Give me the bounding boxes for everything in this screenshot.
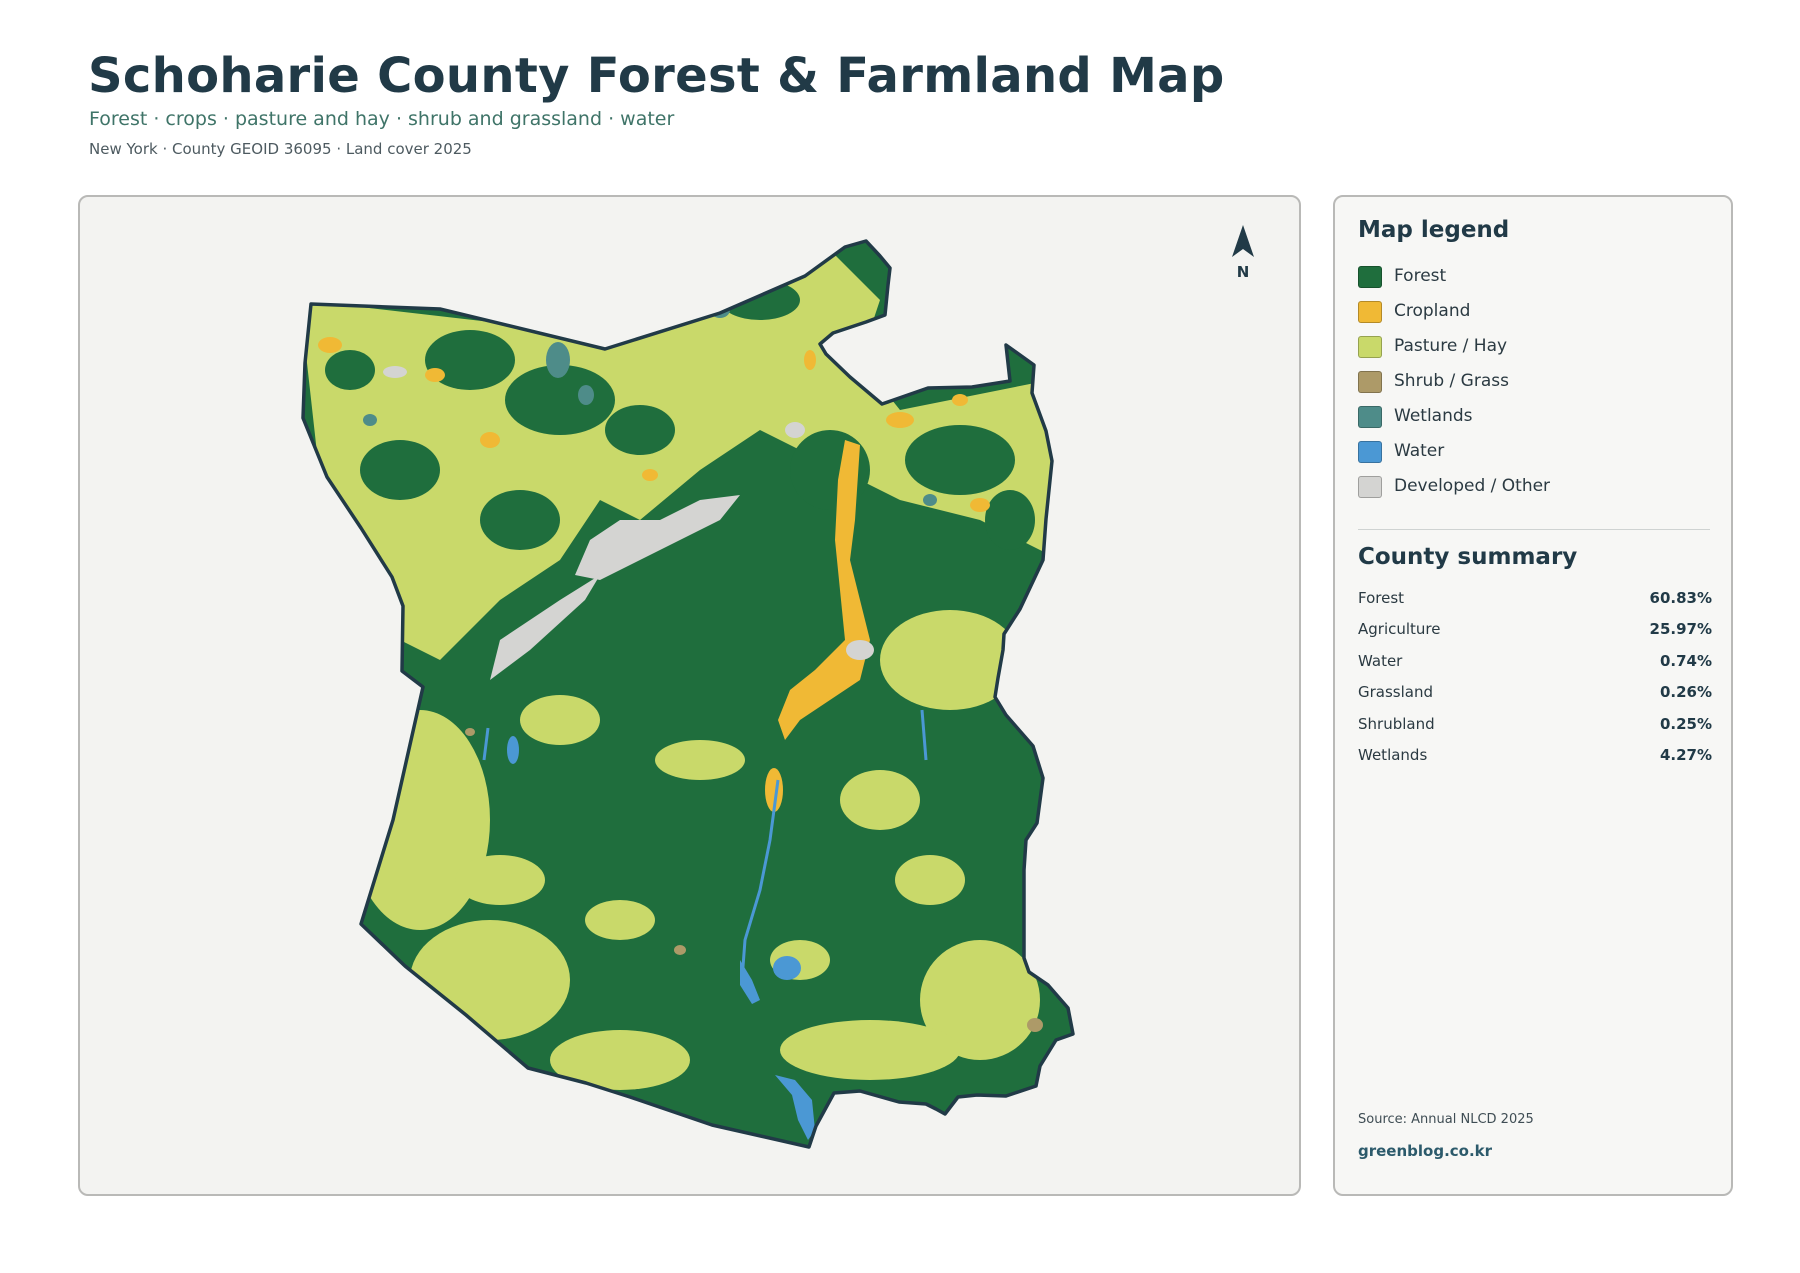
legend-label: Shrub / Grass bbox=[1394, 371, 1509, 391]
summary-row-grassland: Grassland 0.26% bbox=[1358, 683, 1712, 714]
summary-row-water: Water 0.74% bbox=[1358, 652, 1712, 683]
legend-item-developed: Developed / Other bbox=[1358, 475, 1550, 510]
legend-swatch-shrub bbox=[1358, 371, 1382, 393]
legend-item-cropland: Cropland bbox=[1358, 300, 1550, 335]
summary-label: Agriculture bbox=[1358, 620, 1441, 639]
legend-item-wetlands: Wetlands bbox=[1358, 405, 1550, 440]
summary-label: Shrubland bbox=[1358, 714, 1435, 733]
north-arrow: N bbox=[1223, 221, 1263, 281]
legend-label: Developed / Other bbox=[1394, 476, 1551, 496]
legend-item-forest: Forest bbox=[1358, 265, 1550, 300]
source-note: Source: Annual NLCD 2025 bbox=[1358, 1112, 1534, 1127]
legend-swatch-water bbox=[1358, 441, 1382, 463]
summary-value: 4.27% bbox=[1659, 745, 1712, 764]
legend-item-shrub: Shrub / Grass bbox=[1358, 370, 1550, 405]
summary-value: 0.25% bbox=[1659, 714, 1712, 733]
legend-swatch-cropland bbox=[1358, 301, 1382, 323]
summary-label: Grassland bbox=[1358, 683, 1433, 702]
summary-title: County summary bbox=[1358, 544, 1578, 570]
summary-label: Forest bbox=[1358, 589, 1405, 607]
summary-value: 25.97% bbox=[1649, 620, 1712, 639]
legend-item-water: Water bbox=[1358, 440, 1550, 475]
legend-label: Cropland bbox=[1394, 301, 1471, 321]
north-label: N bbox=[1236, 263, 1250, 281]
legend-swatch-pasture bbox=[1358, 336, 1382, 358]
summary-row-wetlands: Wetlands 4.27% bbox=[1358, 746, 1712, 777]
summary-list: Forest 60.83% Agriculture 25.97% Water 0… bbox=[1358, 589, 1712, 777]
legend-swatch-forest bbox=[1358, 266, 1382, 288]
summary-value: 0.74% bbox=[1659, 651, 1712, 670]
summary-label: Wetlands bbox=[1358, 745, 1428, 764]
legend-title: Map legend bbox=[1358, 217, 1510, 243]
north-arrow-icon bbox=[1232, 225, 1254, 257]
summary-label: Water bbox=[1358, 651, 1403, 670]
brand-link[interactable]: greenblog.co.kr bbox=[1358, 1142, 1492, 1160]
summary-value: 0.26% bbox=[1659, 683, 1712, 702]
summary-row-agriculture: Agriculture 25.97% bbox=[1358, 620, 1712, 651]
legend-swatch-developed bbox=[1358, 476, 1382, 498]
summary-row-forest: Forest 60.83% bbox=[1358, 589, 1712, 620]
legend-label: Wetlands bbox=[1394, 406, 1473, 426]
legend-label: Pasture / Hay bbox=[1394, 336, 1508, 356]
legend-swatch-wetlands bbox=[1358, 406, 1382, 428]
legend-list: Forest Cropland Pasture / Hay Shrub / Gr… bbox=[1358, 265, 1550, 510]
summary-value: 60.83% bbox=[1649, 589, 1712, 607]
legend-item-pasture: Pasture / Hay bbox=[1358, 335, 1550, 370]
legend-divider bbox=[1358, 529, 1710, 530]
summary-row-shrubland: Shrubland 0.25% bbox=[1358, 715, 1712, 746]
legend-label: Forest bbox=[1394, 266, 1447, 286]
legend-label: Water bbox=[1394, 441, 1445, 461]
legend-panel: Map legend Forest Cropland Pasture / Hay… bbox=[1333, 195, 1733, 1196]
